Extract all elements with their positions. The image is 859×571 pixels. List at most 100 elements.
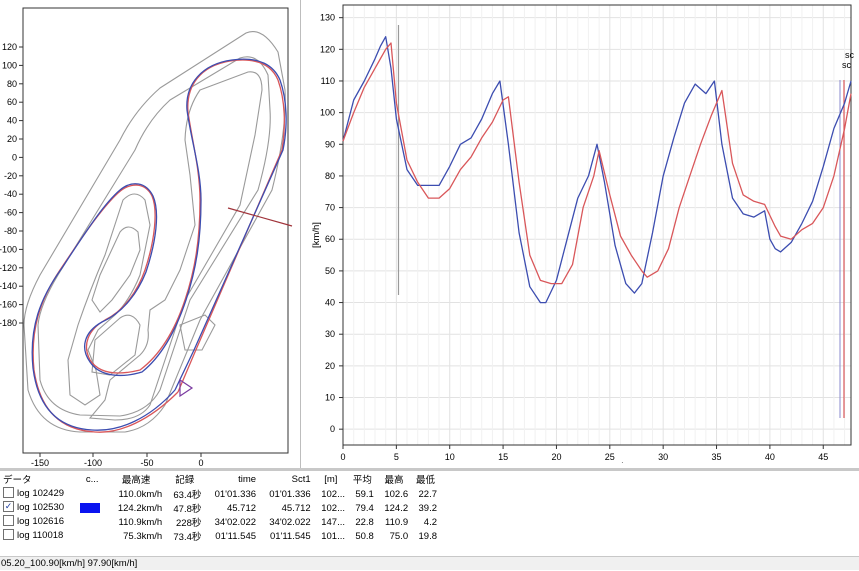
log-checkbox[interactable] [3, 515, 14, 527]
speed-series-0 [342, 36, 852, 304]
log-record: 63.4秒 [173, 490, 202, 501]
col-max-speed[interactable]: 最高速 [107, 471, 165, 487]
speed-chart-panel[interactable]: 0 10 20 30 40 50 60 70 80 90 100 110 120 130 0 5 10 15 20… [300, 0, 859, 468]
track-map-plot[interactable]: 120 100 80 60 40 20 0 -20 -40 -60 -80 -100 -120 -140 -… [0, 0, 300, 468]
log-max-speed: 110.0km/h [118, 488, 163, 500]
col-max[interactable]: 最高 [377, 471, 411, 487]
speed-y-tick-label: 100 [320, 108, 335, 118]
log-max-speed: 110.9km/h [118, 516, 163, 528]
map-y-tick-label: -180 [0, 318, 17, 328]
log-color-cell[interactable] [77, 487, 107, 501]
map-x-axis: -150 -100 -50 0 [31, 453, 204, 468]
map-x-tick-label: -150 [31, 458, 49, 468]
map-y-tick-label: 0 [12, 152, 17, 162]
log-row[interactable]: ✓ log 102530 124.2km/h 47.8秒 45.712 45.712 102… [0, 501, 440, 515]
speed-y-tick-label: 40 [325, 298, 335, 308]
speed-y-tick-label: 50 [325, 266, 335, 276]
log-min: 4.2 [423, 516, 437, 528]
speed-x-tick-label: 0 [340, 452, 345, 462]
log-record: 73.4秒 [173, 532, 202, 543]
speed-x-tick-label: 30 [658, 452, 668, 462]
map-y-tick-label: -40 [4, 189, 17, 199]
log-color-cell[interactable] [77, 515, 107, 529]
log-checkbox[interactable]: ✓ [3, 501, 14, 513]
log-min: 22.7 [418, 488, 438, 500]
log-max: 75.0 [389, 530, 409, 542]
speed-x-tick-label: 40 [765, 452, 775, 462]
log-checkbox[interactable] [3, 529, 14, 541]
log-name: log 102429 [17, 488, 65, 500]
log-max: 102.6 [384, 488, 409, 500]
log-distance: 102... [321, 502, 345, 514]
log-sct1: 45.712 [281, 502, 311, 514]
log-name: log 110018 [17, 530, 64, 542]
blue-lap-line [31, 58, 287, 431]
red-lap-line [32, 59, 285, 433]
color-swatch[interactable] [80, 517, 100, 527]
log-color-cell[interactable] [77, 501, 107, 515]
col-time[interactable]: time [204, 471, 259, 487]
map-y-tick-label: -60 [4, 208, 17, 218]
log-name-cell[interactable]: log 102429 [0, 487, 77, 501]
speed-x-tick-label: 25 [605, 452, 615, 462]
speed-y-tick-label: 0 [330, 424, 335, 434]
speed-x-tick-label: 5 [394, 452, 399, 462]
color-swatch[interactable] [80, 489, 100, 499]
speed-y-tick-label: 10 [325, 393, 335, 403]
log-table-panel: データ c... 最高速 記録 time Sct1 [m] 平均 最高 最低 l… [0, 468, 859, 556]
log-time: 01'11.545 [215, 530, 257, 542]
log-record: 228秒 [176, 518, 202, 529]
log-distance: 147... [321, 516, 345, 528]
log-color-cell[interactable] [77, 529, 107, 543]
log-avg: 79.4 [355, 502, 374, 514]
col-distance[interactable]: [m] [314, 471, 348, 487]
map-y-axis: 120 100 80 60 40 20 0 -20 -40 -60 -80 -100 -120 -140 -… [0, 42, 23, 328]
speed-y-axis: 0 10 20 30 40 50 60 70 80 90 100 110 120 130 [320, 13, 343, 434]
log-row[interactable]: log 110018 75.3km/h 73.4秒 01'11.545 01'11.54… [0, 529, 440, 543]
log-sct1: 34'02.022 [269, 516, 311, 528]
col-min[interactable]: 最低 [411, 471, 440, 487]
x-axis-dot: · [621, 458, 624, 467]
map-x-tick-label: -100 [84, 458, 102, 468]
col-data[interactable]: データ [0, 471, 77, 487]
track-map-panel[interactable]: 120 100 80 60 40 20 0 -20 -40 -60 -80 -100 -120 -140 -… [0, 0, 300, 468]
log-checkbox[interactable] [3, 487, 14, 499]
color-swatch[interactable] [80, 502, 101, 513]
log-row[interactable]: log 102429 110.0km/h 63.4秒 01'01.336 01'01.3… [0, 487, 440, 501]
log-sct1: 01'01.336 [269, 488, 311, 500]
map-x-tick-label: -50 [140, 458, 153, 468]
log-distance: 101... [321, 530, 345, 542]
log-name-cell[interactable]: log 102616 [0, 515, 77, 529]
speed-x-axis: 0 5 10 15 20 25 30 35 40 45 [340, 445, 828, 462]
speed-chart[interactable]: 0 10 20 30 40 50 60 70 80 90 100 110 120 130 0 5 10 15 20… [301, 0, 859, 468]
edge-label-2: sc [842, 60, 852, 70]
map-y-tick-label: 60 [7, 97, 17, 107]
speed-y-tick-label: 80 [325, 171, 335, 181]
log-min: 39.2 [418, 502, 438, 514]
map-y-tick-label: 80 [7, 79, 17, 89]
col-avg[interactable]: 平均 [348, 471, 377, 487]
log-name: log 102530 [17, 502, 65, 514]
map-y-tick-label: -100 [0, 244, 17, 254]
speed-y-tick-label: 120 [320, 44, 335, 54]
col-color[interactable]: c... [77, 471, 107, 487]
log-row[interactable]: log 102616 110.9km/h 228秒 34'02.022 34'02.02… [0, 515, 440, 529]
log-name-cell[interactable]: log 110018 [0, 529, 77, 543]
log-table-header-row: データ c... 最高速 記録 time Sct1 [m] 平均 最高 最低 [0, 471, 440, 487]
map-y-tick-label: -20 [4, 171, 17, 181]
map-y-tick-label: -80 [4, 226, 17, 236]
log-name-cell[interactable]: ✓ log 102530 [0, 501, 77, 515]
log-min: 19.8 [418, 530, 438, 542]
map-y-tick-label: 20 [7, 134, 17, 144]
log-max: 110.9 [385, 516, 409, 528]
speed-series-group [342, 36, 852, 304]
col-sct1[interactable]: Sct1 [259, 471, 314, 487]
color-swatch[interactable] [80, 531, 100, 541]
speed-y-tick-label: 60 [325, 234, 335, 244]
col-record[interactable]: 記録 [165, 471, 204, 487]
map-x-tick-label: 0 [198, 458, 203, 468]
log-avg: 59.1 [355, 488, 374, 500]
map-y-tick-label: -140 [0, 281, 17, 291]
speed-y-tick-label: 30 [325, 329, 335, 339]
log-avg: 50.8 [355, 530, 374, 542]
